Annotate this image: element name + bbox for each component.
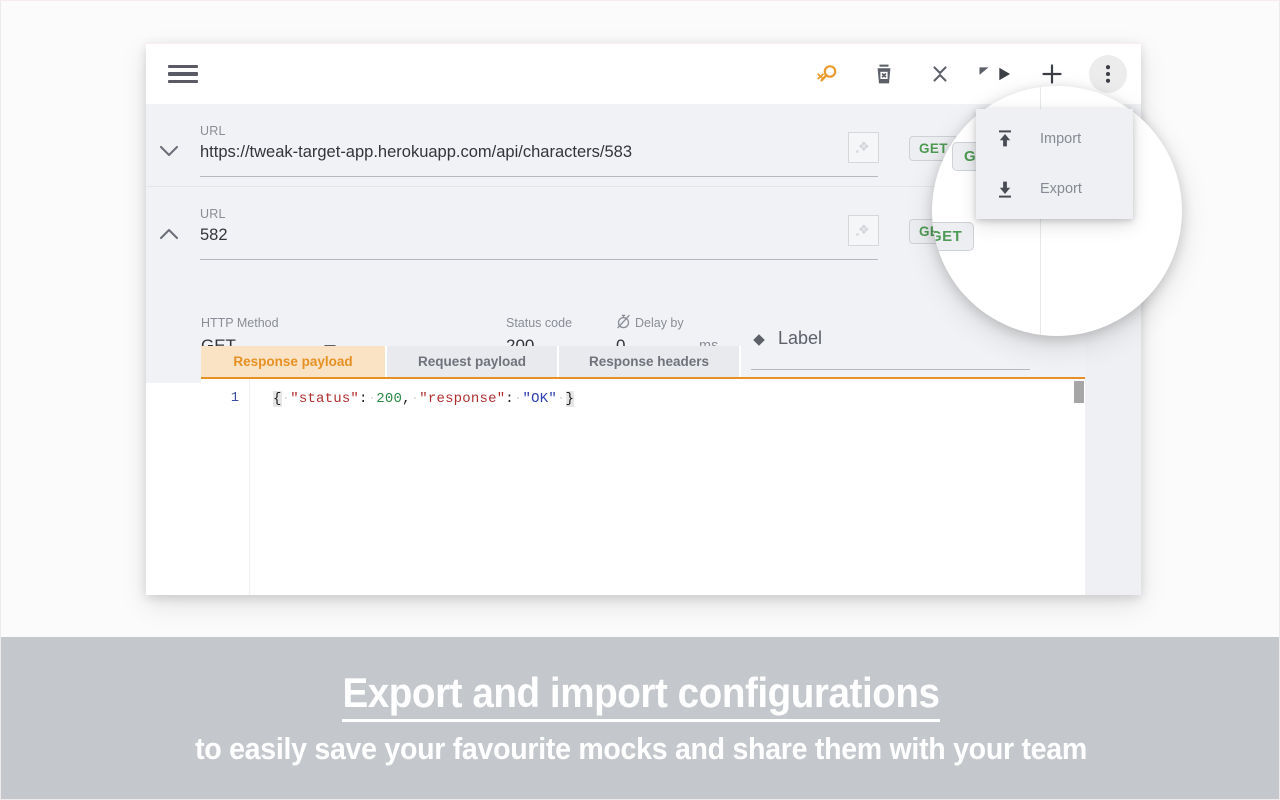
editor-scrollbar-thumb[interactable] (1074, 381, 1084, 403)
row-2-url-label: URL (200, 207, 226, 221)
tab-response-payload[interactable]: Response payload (201, 346, 387, 377)
delete-all-icon (872, 62, 896, 86)
editor-gutter: 1 (201, 379, 250, 595)
tab-response-payload-label: Response payload (233, 354, 352, 369)
editor-scrollbar[interactable] (1073, 379, 1085, 595)
puzzle-icon: ❖ (858, 223, 870, 236)
clear-search-button[interactable] (809, 55, 847, 93)
lens-method-badge-2: GET (932, 222, 974, 251)
payload-editor[interactable]: 1 {·"status":·200,·"response":·"OK"·} (201, 377, 1085, 595)
caption-headline: Export and import configurations (342, 669, 939, 722)
puzzle-icon: ❖ (858, 140, 870, 153)
tab-request-payload[interactable]: Request payload (387, 346, 559, 377)
more-options-menu: Import Export (976, 109, 1133, 219)
app-toolbar (146, 44, 1141, 104)
code-token: } (566, 391, 575, 407)
delete-all-button[interactable] (865, 55, 903, 93)
code-token: · (282, 391, 291, 407)
code-token: { (273, 391, 282, 407)
line-number: 1 (231, 391, 239, 406)
caption-headline-wrap: Export and import configurations (1, 669, 1280, 717)
tab-request-payload-label: Request payload (418, 354, 526, 369)
row-2-underline (200, 259, 878, 260)
caption-band: Export and import configurations to easi… (0, 637, 1280, 800)
row-1-url-label: URL (200, 124, 226, 138)
row-1-plugin-button[interactable]: ❖ (848, 132, 879, 163)
puzzle-dot-icon (856, 150, 859, 153)
chevron-down-icon[interactable] (155, 142, 183, 160)
clear-search-icon (815, 61, 841, 87)
menu-item-import-label: Import (1040, 131, 1081, 147)
payload-tabs: Response payload Request payload Respons… (201, 346, 1085, 377)
tab-response-headers[interactable]: Response headers (559, 346, 741, 377)
status-code-label: Status code (506, 316, 572, 330)
code-token: "OK" (523, 391, 557, 407)
tab-response-headers-label: Response headers (589, 354, 709, 369)
editor-code-line[interactable]: {·"status":·200,·"response":·"OK"·} (273, 391, 574, 407)
hamburger-icon[interactable] (168, 63, 198, 85)
menu-item-export[interactable]: Export (976, 164, 1133, 214)
code-token: · (557, 391, 566, 407)
code-token: : (359, 391, 368, 407)
stopwatch-off-icon (616, 314, 631, 329)
more-options-icon (1097, 63, 1119, 85)
add-icon (1039, 61, 1065, 87)
editor-body[interactable]: 1 {·"status":·200,·"response":·"OK"·} (201, 379, 1085, 595)
puzzle-dot-icon (856, 233, 859, 236)
menu-item-import[interactable]: Import (976, 114, 1133, 164)
run-button[interactable] (977, 55, 1015, 93)
upload-icon (994, 128, 1016, 150)
row-1-underline (200, 176, 878, 177)
code-token: · (368, 391, 377, 407)
code-token: · (411, 391, 420, 407)
menu-item-export-label: Export (1040, 181, 1082, 197)
tag-icon (751, 332, 766, 347)
code-token: 200 (376, 391, 402, 407)
row-2-plugin-button[interactable]: ❖ (848, 215, 879, 246)
code-token: , (402, 391, 411, 407)
caption-subline-wrap: to easily save your favourite mocks and … (1, 731, 1280, 767)
code-token: "status" (290, 391, 359, 407)
code-token: : (505, 391, 514, 407)
run-icon (977, 62, 1015, 86)
download-icon (994, 178, 1016, 200)
caption-subline: to easily save your favourite mocks and … (195, 731, 1087, 766)
more-options-button[interactable] (1089, 55, 1127, 93)
screenshot-root: URL https://tweak-target-app.herokuapp.c… (0, 0, 1280, 800)
http-method-label: HTTP Method (201, 316, 279, 330)
collapse-all-icon (928, 62, 952, 86)
code-token: · (514, 391, 523, 407)
delay-by-label: Delay by (635, 316, 684, 330)
app-stage: URL https://tweak-target-app.herokuapp.c… (0, 0, 1280, 637)
collapse-all-button[interactable] (921, 55, 959, 93)
row-1-url-value[interactable]: https://tweak-target-app.herokuapp.com/a… (200, 143, 632, 162)
chevron-up-icon[interactable] (155, 225, 183, 243)
code-token: "response" (419, 391, 505, 407)
row-2-url-value[interactable]: 582 (200, 226, 228, 245)
